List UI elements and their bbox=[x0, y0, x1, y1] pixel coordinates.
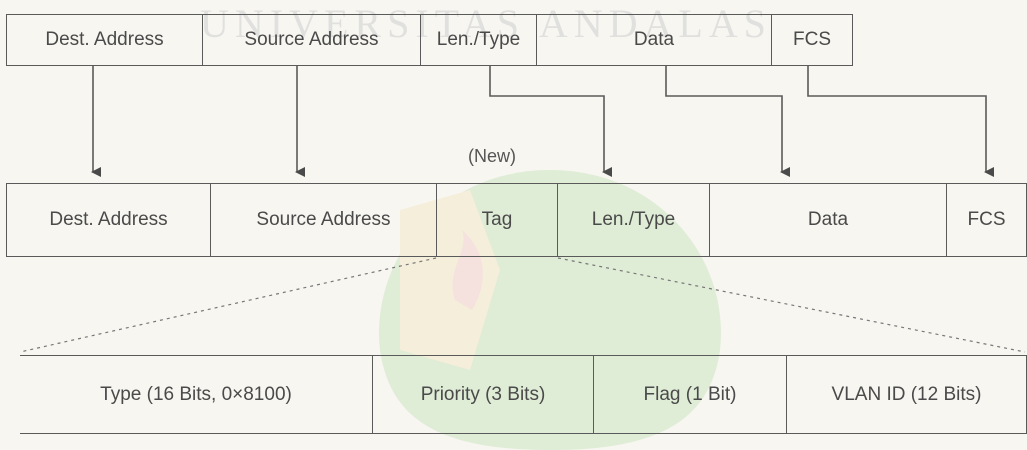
field-vlan-id: VLAN ID (12 Bits) bbox=[787, 355, 1027, 434]
field-dest-address: Dest. Address bbox=[6, 183, 211, 257]
arrow-data bbox=[665, 66, 790, 177]
field-source-address: Source Address bbox=[211, 183, 437, 257]
diagram-stage: UNIVERSITAS ANDALAS Dest. Address Source… bbox=[0, 0, 1027, 450]
original-frame: Dest. Address Source Address Len./Type D… bbox=[6, 14, 853, 66]
new-tag-label: (New) bbox=[468, 146, 516, 166]
field-data: Data bbox=[537, 14, 772, 66]
tag-expansion-left-dashed bbox=[19, 257, 437, 353]
tag-detail: Type (16 Bits, 0×8100) Priority (3 Bits)… bbox=[20, 355, 1027, 434]
field-data: Data bbox=[710, 183, 947, 257]
field-source-address: Source Address bbox=[203, 14, 421, 66]
field-len-type: Len./Type bbox=[421, 14, 537, 66]
field-type: Type (16 Bits, 0×8100) bbox=[20, 355, 373, 434]
field-fcs: FCS bbox=[772, 14, 853, 66]
field-dest-address: Dest. Address bbox=[6, 14, 203, 66]
field-fcs: FCS bbox=[947, 183, 1027, 257]
arrow-fcs bbox=[807, 66, 994, 177]
field-priority: Priority (3 Bits) bbox=[373, 355, 594, 434]
field-tag: Tag bbox=[437, 183, 558, 257]
field-flag: Flag (1 Bit) bbox=[594, 355, 787, 434]
tag-expansion-right-dashed bbox=[557, 257, 1026, 353]
field-len-type: Len./Type bbox=[558, 183, 710, 257]
tagged-frame: Dest. Address Source Address Tag Len./Ty… bbox=[6, 183, 1027, 257]
